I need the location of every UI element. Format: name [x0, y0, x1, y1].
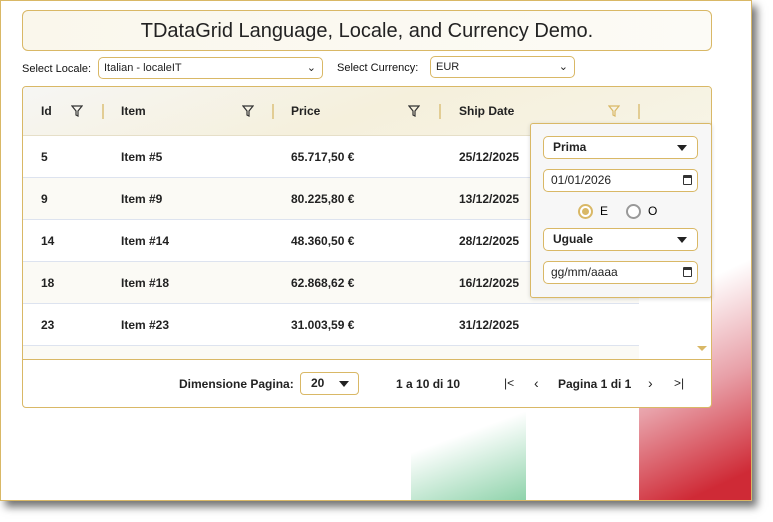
cell-id: 5 — [41, 150, 48, 164]
cell-item: Item #5 — [121, 150, 163, 164]
date-filter-popup: Prima 01/01/2026 E O Uguale gg/mm/aaaa — [530, 123, 712, 298]
cell-date: 25/12/2025 — [459, 150, 520, 164]
cell-price: 62.868,62 € — [291, 276, 355, 290]
page-size-label: Dimensione Pagina: — [179, 377, 294, 391]
column-resizer[interactable] — [272, 104, 274, 119]
cell-id: 9 — [41, 192, 48, 206]
cell-id: 14 — [41, 234, 55, 248]
column-header-item[interactable]: Item — [121, 87, 146, 136]
app-window: TDataGrid Language, Locale, and Currency… — [0, 0, 752, 501]
scroll-down-arrow[interactable] — [697, 346, 707, 351]
cell-price: 48.360,50 € — [291, 234, 355, 248]
cell-date: 28/12/2025 — [459, 234, 520, 248]
table-row-partial[interactable] — [23, 346, 639, 359]
filter-icon[interactable] — [242, 104, 254, 118]
page-title: TDataGrid Language, Locale, and Currency… — [22, 10, 712, 51]
radio-or-label: O — [648, 204, 658, 218]
radio-or[interactable] — [626, 204, 641, 219]
table-row[interactable]: 23 Item #23 31.003,59 € 31/12/2025 — [23, 304, 639, 346]
filter-icon[interactable] — [71, 104, 83, 118]
column-resizer[interactable] — [439, 104, 441, 119]
filter-icon-active[interactable] — [608, 104, 620, 118]
pagination-bar: Dimensione Pagina: 20 1 a 10 di 10 |< ‹ … — [23, 359, 711, 407]
record-range: 1 a 10 di 10 — [396, 377, 461, 391]
prev-page-icon[interactable]: ‹ — [534, 375, 539, 391]
cell-date: 31/12/2025 — [459, 318, 520, 332]
chevron-down-icon: ⌄ — [558, 61, 568, 73]
cell-item: Item #23 — [121, 318, 170, 332]
page-size-value: 20 — [311, 376, 325, 390]
currency-select[interactable]: EUR ⌄ — [430, 56, 575, 78]
column-resizer[interactable] — [102, 104, 104, 119]
filter-operator-1-value: Prima — [553, 140, 587, 154]
column-resizer[interactable] — [638, 104, 640, 119]
filter-icon[interactable] — [408, 104, 420, 118]
locale-select[interactable]: Italian - localeIT ⌄ — [98, 57, 323, 79]
last-page-icon[interactable]: >| — [674, 376, 684, 390]
cell-date: 16/12/2025 — [459, 276, 520, 290]
cell-id: 18 — [41, 276, 55, 290]
currency-value: EUR — [436, 61, 460, 73]
filter-date-2-placeholder: gg/mm/aaaa — [551, 265, 618, 279]
column-header-ship-date[interactable]: Ship Date — [459, 87, 514, 136]
filter-date-1-value: 01/01/2026 — [551, 173, 612, 187]
next-page-icon[interactable]: › — [648, 375, 653, 391]
filter-date-2-input[interactable]: gg/mm/aaaa — [543, 261, 698, 284]
caret-down-icon — [677, 145, 687, 151]
column-header-id[interactable]: Id — [41, 87, 52, 136]
locale-value: Italian - localeIT — [104, 62, 182, 74]
cell-price: 65.717,50 € — [291, 150, 355, 164]
caret-down-icon — [339, 381, 349, 387]
column-header-price[interactable]: Price — [291, 87, 320, 136]
currency-label: Select Currency: — [337, 62, 419, 74]
filter-date-1-input[interactable]: 01/01/2026 — [543, 169, 698, 192]
filter-operator-1-select[interactable]: Prima — [543, 136, 698, 159]
radio-and[interactable] — [578, 204, 593, 219]
caret-down-icon — [677, 237, 687, 243]
page-size-select[interactable]: 20 — [300, 372, 359, 395]
filter-operator-2-select[interactable]: Uguale — [543, 228, 698, 251]
cell-date: 13/12/2025 — [459, 192, 520, 206]
radio-and-label: E — [600, 204, 609, 218]
chevron-down-icon: ⌄ — [306, 62, 316, 74]
calendar-icon[interactable] — [683, 175, 692, 185]
page-indicator: Pagina 1 di 1 — [558, 377, 632, 391]
first-page-icon[interactable]: |< — [504, 376, 514, 390]
cell-price: 80.225,80 € — [291, 192, 355, 206]
cell-item: Item #14 — [121, 234, 170, 248]
cell-price: 31.003,59 € — [291, 318, 355, 332]
locale-label: Select Locale: — [22, 63, 92, 75]
cell-item: Item #9 — [121, 192, 163, 206]
cell-item: Item #18 — [121, 276, 170, 290]
filter-operator-2-value: Uguale — [553, 232, 594, 246]
calendar-icon[interactable] — [683, 267, 692, 277]
cell-id: 23 — [41, 318, 55, 332]
